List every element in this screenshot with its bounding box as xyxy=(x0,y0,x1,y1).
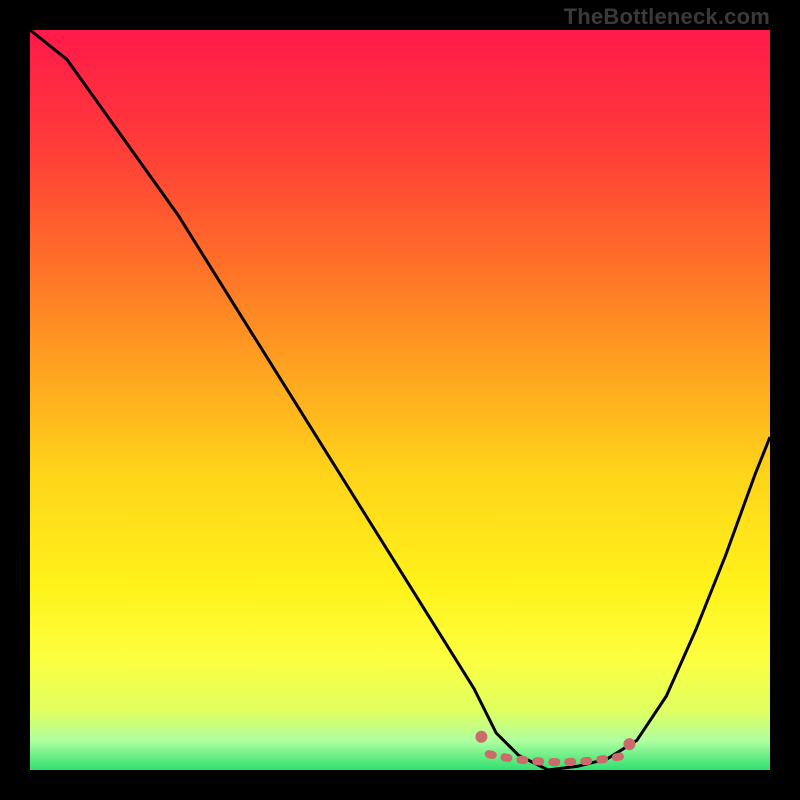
bottleneck-curve xyxy=(30,30,770,770)
watermark-text: TheBottleneck.com xyxy=(564,4,770,30)
chart-overlay-svg xyxy=(30,30,770,770)
chart-container: TheBottleneck.com xyxy=(0,0,800,800)
